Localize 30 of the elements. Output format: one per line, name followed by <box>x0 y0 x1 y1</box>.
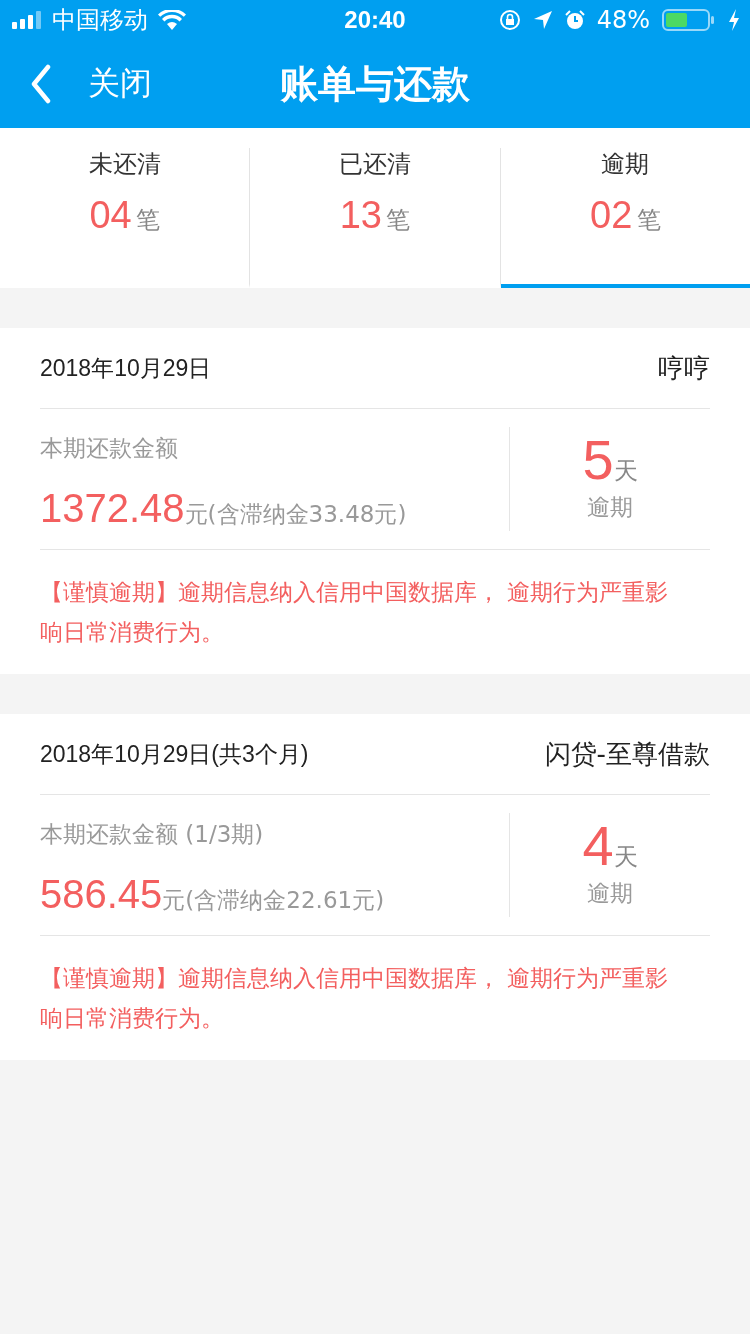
amount-value: 1372.48 <box>40 486 185 531</box>
warning-text: 【谨慎逾期】逾期信息纳入信用中国数据库， 逾期行为严重影响日常消费行为。 <box>40 964 670 1033</box>
location-arrow-icon <box>532 10 553 30</box>
charging-bolt-icon <box>728 9 740 31</box>
overdue-status: 逾期 <box>587 493 633 522</box>
alarm-clock-icon <box>564 10 585 30</box>
amount-value: 586.45 <box>40 872 163 917</box>
rotation-lock-icon <box>498 9 521 31</box>
battery-icon <box>662 8 716 32</box>
overdue-status: 逾期 <box>587 879 633 908</box>
bill-date: 2018年10月29日(共3个月) <box>40 739 309 769</box>
days-unit: 天 <box>613 842 638 873</box>
lender-name: 哼哼 <box>658 351 710 385</box>
warning-text: 【谨慎逾期】逾期信息纳入信用中国数据库， 逾期行为严重影响日常消费行为。 <box>40 578 670 647</box>
amount-note: 元(含滞纳金33.48元) <box>184 500 407 529</box>
bill-date: 2018年10月29日 <box>40 353 212 383</box>
back-chevron-icon <box>30 64 52 104</box>
status-time: 20:40 <box>344 6 406 34</box>
wifi-icon <box>158 10 186 30</box>
amount-label: 本期还款金额 <box>40 434 179 463</box>
page-title: 账单与还款 <box>280 60 470 108</box>
battery-percent: 48% <box>596 6 650 34</box>
amount-note: 元(含滞纳金22.61元) <box>162 886 385 915</box>
amount-label: 本期还款金额 (1/3期) <box>40 820 265 849</box>
carrier-name: 中国移动 <box>52 5 148 36</box>
lender-name: 闪贷-至尊借款 <box>544 737 710 771</box>
overdue-days: 4 <box>582 813 614 878</box>
days-unit: 天 <box>613 456 638 487</box>
overdue-days: 5 <box>582 427 614 492</box>
signal-icon <box>12 11 42 29</box>
